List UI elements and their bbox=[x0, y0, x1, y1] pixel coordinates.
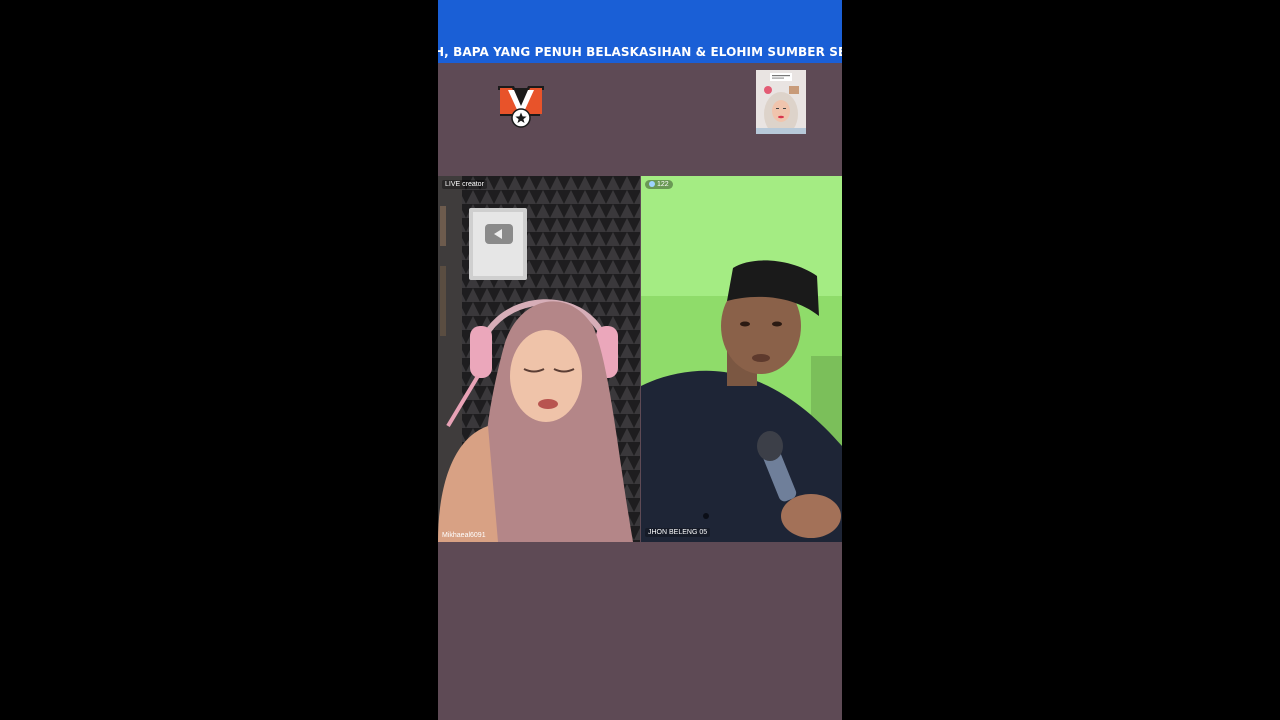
profile-thumbnail[interactable] bbox=[756, 70, 806, 134]
top-banner: H, BAPA YANG PENUH BELASKASIHAN & ELOHIM… bbox=[438, 0, 842, 63]
profile-image bbox=[756, 70, 806, 134]
eye-icon bbox=[649, 181, 655, 188]
live-creator-tag: LIVE creator bbox=[442, 180, 487, 189]
participant-video-right bbox=[641, 176, 842, 542]
participant-video-left bbox=[438, 176, 640, 542]
participant-tile-left[interactable]: LIVE creator Mikhaeal6091 bbox=[438, 176, 640, 542]
video-call-grid: LIVE creator Mikhaeal6091 122 JHON BELEN… bbox=[438, 176, 842, 542]
participant-tile-right[interactable]: 122 JHON BELENG 05 bbox=[641, 176, 842, 542]
video-frame: H, BAPA YANG PENUH BELASKASIHAN & ELOHIM… bbox=[438, 0, 842, 720]
participant-name-right: JHON BELENG 05 bbox=[645, 528, 711, 537]
participant-name-left: Mikhaeal6091 bbox=[442, 532, 486, 539]
medal-logo-icon bbox=[498, 86, 544, 128]
viewer-count-badge: 122 bbox=[645, 180, 673, 189]
ticker-text: H, BAPA YANG PENUH BELASKASIHAN & ELOHIM… bbox=[438, 45, 842, 59]
